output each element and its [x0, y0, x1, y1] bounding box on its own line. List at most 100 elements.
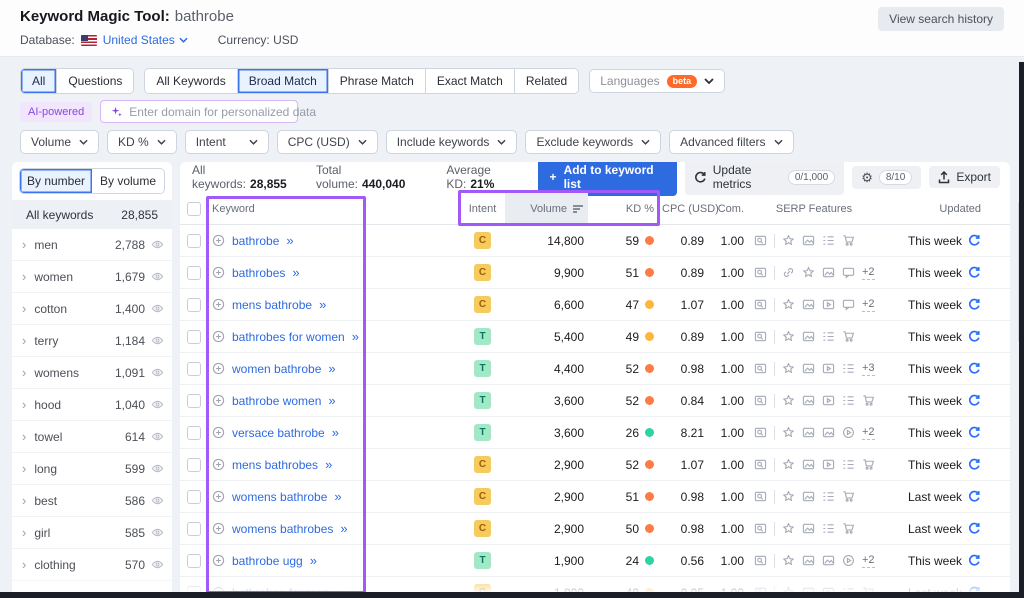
sidebar-group-girl[interactable]: › girl 585: [12, 517, 172, 549]
tab-questions[interactable]: Questions: [57, 69, 133, 93]
row-checkbox[interactable]: [187, 490, 201, 504]
view-search-history-button[interactable]: View search history: [878, 7, 1004, 31]
keyword-expand-icon[interactable]: »: [310, 553, 317, 568]
column-intent[interactable]: Intent: [460, 203, 505, 215]
refresh-icon[interactable]: [968, 458, 981, 471]
chevron-right-icon[interactable]: ›: [22, 365, 26, 380]
chevron-right-icon[interactable]: ›: [22, 237, 26, 252]
keyword-link[interactable]: bathrobe ugg: [232, 554, 303, 568]
row-checkbox[interactable]: [187, 298, 201, 312]
keyword-link[interactable]: versace bathrobe: [232, 426, 325, 440]
row-checkbox[interactable]: [187, 234, 201, 248]
keyword-link[interactable]: bathrobe: [232, 234, 279, 248]
tab-broad-match[interactable]: Broad Match: [238, 69, 329, 93]
keyword-expand-icon[interactable]: »: [340, 521, 347, 536]
row-checkbox[interactable]: [187, 394, 201, 408]
add-keyword-icon[interactable]: [212, 554, 225, 567]
keyword-link[interactable]: bathrobe women: [232, 394, 321, 408]
add-keyword-icon[interactable]: [212, 490, 225, 503]
chevron-right-icon[interactable]: ›: [22, 525, 26, 540]
refresh-icon[interactable]: [968, 266, 981, 279]
keyword-link[interactable]: womens bathrobe: [232, 490, 327, 504]
select-all-checkbox[interactable]: [187, 202, 201, 216]
eye-icon[interactable]: [151, 334, 164, 347]
serp-more[interactable]: +2: [862, 426, 875, 440]
keyword-expand-icon[interactable]: »: [328, 393, 335, 408]
add-keyword-icon[interactable]: [212, 458, 225, 471]
eye-icon[interactable]: [151, 302, 164, 315]
serp-more[interactable]: +2: [862, 266, 875, 280]
keyword-expand-icon[interactable]: »: [328, 361, 335, 376]
eye-icon[interactable]: [151, 270, 164, 283]
add-keyword-icon[interactable]: [212, 234, 225, 247]
chevron-right-icon[interactable]: ›: [22, 269, 26, 284]
column-com[interactable]: Com.: [708, 203, 748, 215]
sidebar-group-cotton[interactable]: › cotton 1,400: [12, 293, 172, 325]
filter-include-keywords[interactable]: Include keywords: [386, 130, 518, 154]
export-button[interactable]: Export: [929, 166, 1000, 188]
keyword-link[interactable]: womens bathrobes: [232, 522, 333, 536]
keyword-link[interactable]: mens bathrobes: [232, 458, 318, 472]
add-keyword-icon[interactable]: [212, 426, 225, 439]
chevron-right-icon[interactable]: ›: [22, 461, 26, 476]
filter-volume[interactable]: Volume: [20, 130, 99, 154]
sidebar-group-womens[interactable]: › womens 1,091: [12, 357, 172, 389]
add-to-keyword-list-button[interactable]: + Add to keyword list: [538, 162, 677, 196]
keyword-expand-icon[interactable]: »: [352, 329, 359, 344]
keyword-link[interactable]: women bathrobe: [232, 362, 321, 376]
keyword-expand-icon[interactable]: »: [334, 489, 341, 504]
column-updated[interactable]: Updated: [880, 203, 985, 215]
column-volume[interactable]: Volume: [505, 192, 588, 225]
add-keyword-icon[interactable]: [212, 362, 225, 375]
filter-kd-%[interactable]: KD %: [107, 130, 177, 154]
eye-icon[interactable]: [151, 558, 164, 571]
chevron-right-icon[interactable]: ›: [22, 429, 26, 444]
languages-dropdown[interactable]: Languages beta: [589, 69, 725, 93]
tab-all[interactable]: All: [21, 69, 57, 93]
add-keyword-icon[interactable]: [212, 522, 225, 535]
add-keyword-icon[interactable]: [212, 266, 225, 279]
filter-advanced-filters[interactable]: Advanced filters: [669, 130, 793, 154]
update-metrics-button[interactable]: Update metrics 0/1,000: [685, 162, 844, 195]
add-keyword-icon[interactable]: [212, 330, 225, 343]
domain-input[interactable]: Enter domain for personalized data: [100, 100, 298, 123]
eye-icon[interactable]: [151, 238, 164, 251]
column-kd[interactable]: KD %: [588, 203, 658, 215]
column-keyword[interactable]: Keyword: [208, 203, 460, 215]
database-selector[interactable]: United States: [103, 33, 188, 47]
row-checkbox[interactable]: [187, 362, 201, 376]
refresh-icon[interactable]: [968, 362, 981, 375]
filter-cpc-usd-[interactable]: CPC (USD): [277, 130, 378, 154]
toggle-by-volume[interactable]: By volume: [92, 169, 164, 193]
keyword-link[interactable]: mens bathrobe: [232, 298, 312, 312]
keyword-expand-icon[interactable]: »: [325, 457, 332, 472]
row-checkbox[interactable]: [187, 330, 201, 344]
tab-phrase-match[interactable]: Phrase Match: [329, 69, 426, 93]
refresh-icon[interactable]: [968, 522, 981, 535]
filter-exclude-keywords[interactable]: Exclude keywords: [525, 130, 661, 154]
tab-exact-match[interactable]: Exact Match: [426, 69, 515, 93]
eye-icon[interactable]: [151, 494, 164, 507]
keyword-expand-icon[interactable]: »: [319, 297, 326, 312]
sidebar-group-long[interactable]: › long 599: [12, 453, 172, 485]
eye-icon[interactable]: [151, 430, 164, 443]
chevron-right-icon[interactable]: ›: [22, 557, 26, 572]
eye-icon[interactable]: [151, 398, 164, 411]
refresh-icon[interactable]: [968, 298, 981, 311]
sidebar-group-best[interactable]: › best 586: [12, 485, 172, 517]
column-serp-features[interactable]: SERP Features: [748, 203, 880, 215]
sidebar-group-kids[interactable]: › kids 524: [12, 581, 172, 592]
row-checkbox[interactable]: [187, 426, 201, 440]
add-keyword-icon[interactable]: [212, 298, 225, 311]
sidebar-group-women[interactable]: › women 1,679: [12, 261, 172, 293]
tab-all-keywords[interactable]: All Keywords: [145, 69, 237, 93]
serp-more[interactable]: +2: [862, 298, 875, 312]
eye-icon[interactable]: [151, 366, 164, 379]
chevron-right-icon[interactable]: ›: [22, 301, 26, 316]
keyword-link[interactable]: bathrobes: [232, 266, 285, 280]
refresh-icon[interactable]: [968, 234, 981, 247]
sidebar-all-keywords[interactable]: All keywords 28,855: [12, 200, 172, 229]
keyword-link[interactable]: bathrobes for women: [232, 330, 345, 344]
row-checkbox[interactable]: [187, 554, 201, 568]
keyword-expand-icon[interactable]: »: [332, 425, 339, 440]
